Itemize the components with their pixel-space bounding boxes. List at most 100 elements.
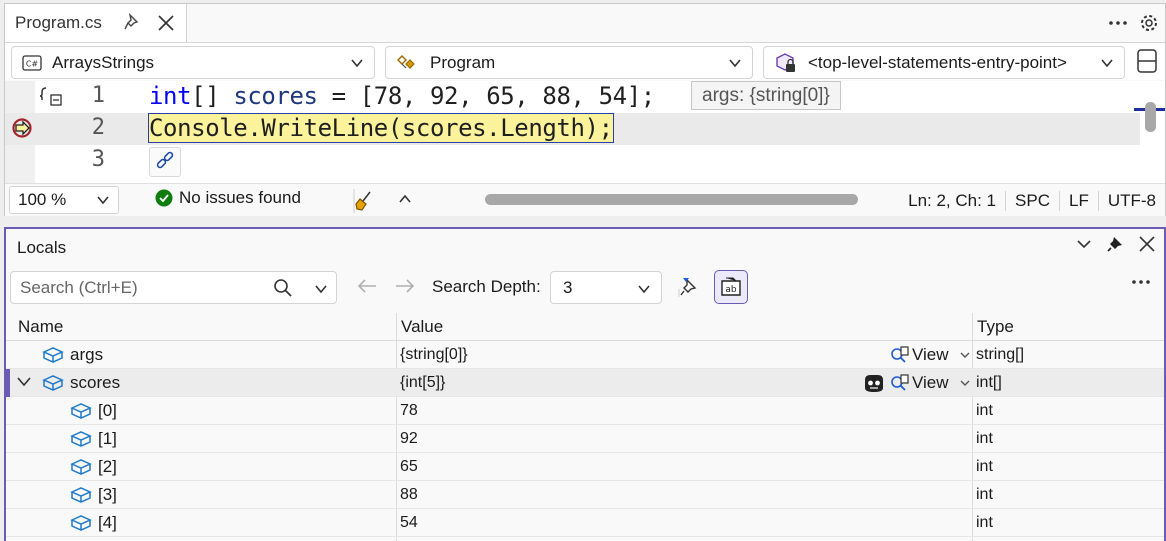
variable-value[interactable]: {string[0]} [400,346,468,364]
copilot-icon[interactable] [861,372,887,394]
chevron-down-icon[interactable] [314,282,328,296]
quick-actions-button[interactable] [149,147,181,177]
visualizer-search-icon [891,374,909,391]
line-number: 3 [91,147,105,172]
close-icon[interactable] [1138,235,1156,253]
vertical-scrollbar-thumb[interactable] [1145,102,1156,132]
code-cleanup-broom-icon[interactable] [350,189,376,213]
code-line-1[interactable]: 1 int[] scores = [78, 92, 65, 88, 54]; a… [5,81,1140,113]
tab-program-cs[interactable]: Program.cs [5,4,187,42]
view-label: View [912,345,949,364]
issues-indicator[interactable]: No issues found [155,188,301,208]
link-icon [156,151,174,169]
member-dropdown[interactable]: <top-level-statements-entry-point> [763,46,1125,79]
svg-text:C#: C# [26,59,39,68]
chevron-down-icon[interactable] [959,349,971,361]
locals-title: Locals [17,238,67,257]
variable-type: int [976,486,993,503]
variable-value[interactable]: 65 [400,458,418,476]
search-placeholder: Search (Ctrl+E) [20,278,138,297]
gear-icon[interactable] [1139,13,1159,33]
chevron-down-icon[interactable] [1076,236,1092,252]
variable-name: [0] [98,401,117,420]
search-depth-dropdown[interactable]: 3 [550,271,662,304]
table-row[interactable]: [1] 92 int [6,425,1164,453]
visualizer-search-icon [891,346,909,363]
code-line-3[interactable]: 3 [5,145,1140,177]
column-header-name[interactable]: Name [18,317,63,337]
table-row[interactable]: [4] 54 int [6,509,1164,537]
ab-display-icon: ab [721,277,741,296]
variable-name: scores [70,373,121,392]
view-visualizer-button[interactable]: View [890,345,971,365]
close-icon[interactable] [155,12,177,34]
breakpoint-current-statement-icon[interactable] [12,118,36,138]
search-depth-value: 3 [563,278,573,297]
variable-value[interactable]: {int[5]} [400,374,445,392]
file-encoding[interactable]: UTF-8 [1097,190,1165,211]
more-options-icon[interactable] [1109,20,1127,26]
more-options-icon[interactable] [1132,279,1150,285]
zoom-dropdown[interactable]: 100 % [9,186,119,214]
split-editor-icon[interactable] [1133,46,1161,76]
search-input[interactable]: Search (Ctrl+E) [10,271,337,304]
arrow-right-icon[interactable] [394,277,416,295]
chevron-down-icon [351,59,363,68]
column-header-value[interactable]: Value [401,317,443,337]
chevron-down-icon [638,285,650,294]
variable-value[interactable]: 88 [400,486,418,504]
view-label: View [912,373,949,392]
variable-value[interactable]: 54 [400,514,418,532]
table-row[interactable]: [3] 88 int [6,481,1164,509]
array-element-icon [70,403,92,419]
tab-strip-actions [1109,4,1165,42]
table-row-selected[interactable]: scores {int[5]} View int[] [6,369,1164,397]
line-ending[interactable]: LF [1058,190,1098,211]
code-line-2[interactable]: 2 Console.WriteLine(scores.Length); [5,113,1140,145]
datatip[interactable]: args: {string[0]} [691,81,841,110]
grid-header: Name Value Type [6,313,1164,341]
chevron-up-icon[interactable] [398,192,412,206]
locals-grid: Name Value Type args {string[0]} View st… [6,313,1164,541]
issues-text: No issues found [179,188,301,207]
hexadecimal-display-toggle[interactable]: ab [714,270,748,304]
tab-title: Program.cs [15,13,102,32]
pin-to-source-icon[interactable] [676,275,700,299]
variable-type: string[] [976,346,1025,363]
chevron-down-icon[interactable] [16,375,32,389]
whitespace-mode[interactable]: SPC [1005,190,1059,211]
pin-icon[interactable] [122,12,142,32]
status-right-group: Ln: 2, Ch: 1 SPC LF UTF-8 [899,184,1165,217]
arrow-left-icon[interactable] [356,277,378,295]
variable-type: int [976,514,993,531]
editor-status-bar: 100 % No issues found Ln: 2, Ch: 1 SPC L… [5,183,1165,216]
navigation-bar: C# ArraysStrings Program <top-level-stat… [5,42,1165,80]
cursor-position[interactable]: Ln: 2, Ch: 1 [899,191,1005,211]
class-dropdown[interactable]: Program [385,46,753,79]
view-visualizer-button[interactable]: View [890,373,971,393]
code-editor[interactable]: 1 int[] scores = [78, 92, 65, 88, 54]; a… [5,81,1165,183]
project-dropdown[interactable]: C# ArraysStrings [11,46,375,79]
class-name: Program [430,52,496,72]
table-row[interactable]: [2] 65 int [6,453,1164,481]
variable-name: args [70,345,104,364]
search-icon[interactable] [273,278,293,298]
chevron-down-icon[interactable] [959,377,971,389]
column-header-type[interactable]: Type [977,317,1014,337]
horizontal-scrollbar-thumb[interactable] [485,194,858,205]
table-row[interactable]: [0] 78 int [6,397,1164,425]
variable-name: [1] [98,429,117,448]
array-element-icon [70,487,92,503]
array-element-icon [70,459,92,475]
table-row[interactable]: args {string[0]} View string[] [6,341,1164,369]
variable-name: [3] [98,485,117,504]
chevron-down-icon [1101,59,1113,68]
variable-name: [4] [98,513,117,532]
line-number: 1 [91,83,105,108]
method-lock-icon [776,52,795,72]
collapse-block-icon[interactable] [39,85,65,107]
current-statement: Console.WriteLine(scores.Length); [148,113,614,143]
variable-value[interactable]: 92 [400,430,418,448]
pin-icon[interactable] [1106,235,1124,253]
variable-value[interactable]: 78 [400,402,418,420]
